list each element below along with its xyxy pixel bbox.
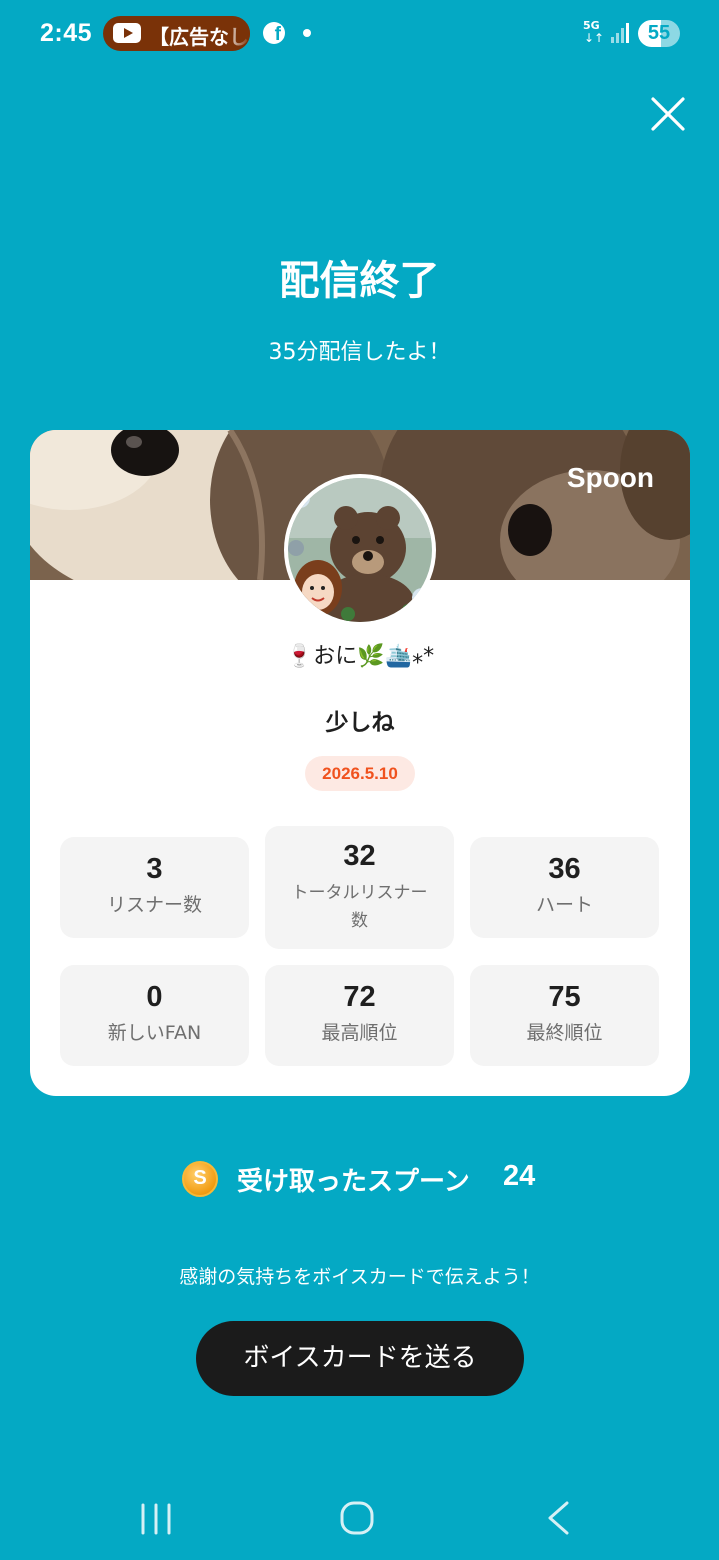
avatar[interactable] (284, 474, 436, 626)
stat-label: 最終順位 (526, 1022, 603, 1044)
stat-highest-rank: 72 最高順位 (265, 965, 454, 1066)
stat-label: 最高順位 (321, 1022, 398, 1044)
youtube-icon (113, 23, 141, 43)
date-badge: 2026.5.10 (305, 756, 415, 791)
broadcast-ended-screen: 2:45 【広告なし f 5G ↓↑ 55 配信終了 35分配信したよ！ Spo… (0, 0, 719, 1560)
broadcast-summary-card: Spoon 🍷おに🌿🛳️⁎* 少しね 2026.5.10 3 リスナー数 32 … (30, 430, 690, 1096)
battery-icon: 55 (638, 20, 680, 47)
recent-apps-icon[interactable] (138, 1502, 174, 1536)
cast-title: 少しね (325, 710, 395, 736)
notification-fade (224, 16, 250, 51)
spoons-label: 受け取ったスプーン (237, 1167, 470, 1197)
dot-icon (303, 29, 311, 37)
stat-final-rank: 75 最終順位 (470, 965, 659, 1066)
stat-listeners: 3 リスナー数 (60, 837, 249, 938)
stat-label: ハート (535, 894, 593, 916)
close-icon[interactable] (647, 93, 689, 135)
send-voice-card-button[interactable]: ボイスカードを送る (196, 1321, 524, 1396)
avatar-image (288, 478, 432, 622)
voice-card-prompt: 感謝の気持ちをボイスカードで伝えよう！ (179, 1266, 540, 1288)
spoon-logo: Spoon (566, 462, 654, 493)
youtube-notification-pill[interactable]: 【広告なし (103, 16, 250, 51)
stat-value: 72 (343, 981, 376, 1013)
system-nav-bar (0, 1480, 719, 1560)
stat-label: 新しいFAN (107, 1022, 202, 1044)
back-icon[interactable] (545, 1500, 571, 1536)
stat-label: リスナー数 (106, 894, 202, 916)
spoons-received: S 受け取ったスプーン 24 (0, 1158, 719, 1200)
stat-hearts: 36 ハート (470, 837, 659, 938)
stat-value: 32 (343, 840, 376, 872)
network-activity-icon: ↓↑ (584, 31, 605, 45)
stat-value: 3 (146, 853, 163, 885)
status-time: 2:45 (40, 19, 93, 47)
spoon-coin-icon: S (182, 1161, 218, 1197)
stat-total-listeners: 32 トータルリスナー数 (265, 826, 454, 949)
stat-new-fans: 0 新しいFAN (60, 965, 249, 1066)
signal-icon (611, 23, 629, 43)
status-bar: 2:45 【広告なし f 5G ↓↑ 55 (0, 0, 719, 68)
battery-percent: 55 (647, 22, 671, 44)
broadcast-duration-text: 35分配信したよ！ (268, 340, 451, 365)
facebook-icon: f (263, 22, 285, 44)
network-type-label: 5G (583, 19, 600, 32)
home-icon[interactable] (339, 1500, 375, 1536)
page-title: 配信終了 (279, 258, 440, 304)
stat-value: 0 (146, 981, 163, 1013)
dj-name: 🍷おに🌿🛳️⁎* (285, 644, 435, 669)
spoons-count: 24 (503, 1160, 536, 1192)
stat-value: 75 (548, 981, 581, 1013)
stat-value: 36 (548, 853, 581, 885)
stat-label: トータルリスナー数 (291, 883, 428, 931)
